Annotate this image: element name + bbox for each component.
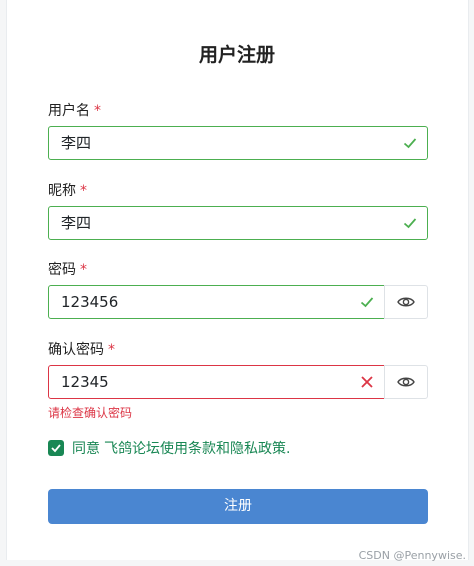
eye-icon (397, 377, 415, 387)
agree-row: 同意 飞鸽论坛使用条款和隐私政策. (48, 438, 290, 458)
nickname-value: 李四 (61, 214, 92, 232)
required-mark: * (108, 342, 115, 358)
agree-checkbox[interactable] (48, 440, 64, 456)
nickname-label: 昵称 * (48, 183, 87, 199)
watermark: CSDN @Pennywise. (358, 549, 466, 562)
terms-link[interactable]: 飞鸽论坛使用条款和隐私政策. (104, 441, 290, 457)
password-value: 123456 (61, 293, 119, 311)
nickname-input[interactable]: 李四 (48, 206, 428, 240)
username-value: 李四 (61, 134, 92, 152)
password-label: 密码 * (48, 262, 87, 278)
toggle-password-visibility-button[interactable] (384, 285, 428, 319)
username-label: 用户名 * (48, 103, 101, 119)
page-title: 用户注册 (198, 44, 275, 66)
checkbox-check-icon (51, 444, 61, 453)
registration-card (6, 0, 469, 560)
confirm-password-error: 请检查确认密码 (48, 406, 133, 420)
required-mark: * (80, 262, 87, 278)
toggle-confirm-visibility-button[interactable] (384, 365, 428, 399)
error-x-icon (361, 376, 373, 388)
required-mark: * (94, 103, 101, 119)
required-mark: * (80, 183, 87, 199)
check-icon (403, 218, 417, 229)
agree-label: 同意 飞鸽论坛使用条款和隐私政策. (72, 441, 291, 457)
confirm-password-input[interactable]: 12345 (48, 365, 385, 399)
confirm-password-label: 确认密码 * (48, 342, 115, 358)
check-icon (403, 138, 417, 149)
password-input[interactable]: 123456 (48, 285, 385, 319)
username-input[interactable]: 李四 (48, 126, 428, 160)
check-icon (360, 297, 374, 308)
register-button[interactable]: 注册 (48, 489, 428, 524)
confirm-password-value: 12345 (61, 373, 109, 391)
eye-icon (397, 297, 415, 307)
